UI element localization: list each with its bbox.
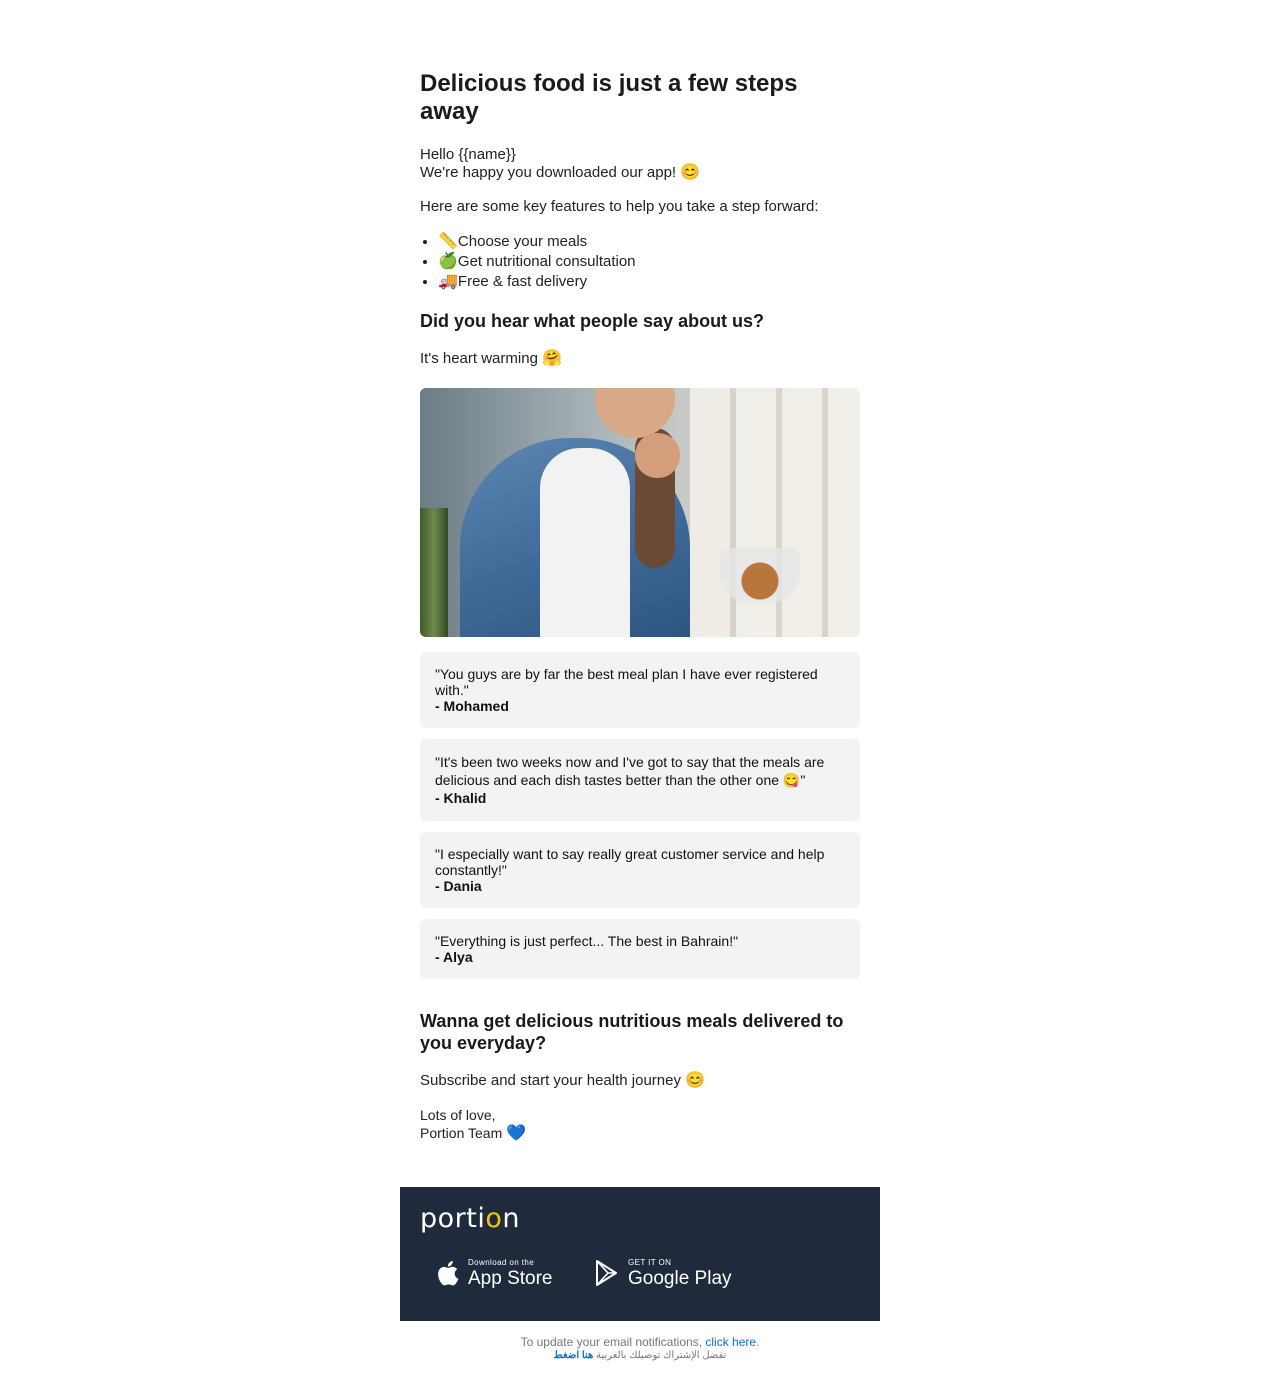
app-store-small: Download on the bbox=[468, 1257, 535, 1267]
legal-period: . bbox=[756, 1335, 760, 1349]
cta-sub: Subscribe and start your health journey … bbox=[420, 1072, 860, 1090]
intro-happy: We're happy you downloaded our app! 😊 bbox=[420, 164, 860, 182]
testimonial-card: "Everything is just perfect... The best … bbox=[420, 919, 860, 979]
testimonial-quote: "You guys are by far the best meal plan … bbox=[435, 666, 818, 698]
logo-text-post: n bbox=[502, 1203, 521, 1234]
greeting: Hello {{name}} bbox=[420, 146, 516, 163]
google-play-small: GET IT ON bbox=[628, 1257, 672, 1267]
smile-emoji: 😊 bbox=[685, 1072, 706, 1089]
apple-emoji: 🍏 bbox=[438, 253, 458, 270]
testimonial-author: - Alya bbox=[435, 949, 473, 965]
feature-label: Free & fast delivery bbox=[457, 273, 588, 290]
cta-heading: Wanna get delicious nutritious meals del… bbox=[420, 1011, 844, 1053]
cta-sub-text: Subscribe and start your health journey bbox=[420, 1072, 681, 1089]
testimonial-card: "You guys are by far the best meal plan … bbox=[420, 652, 860, 728]
feature-item: 🚚Free & fast delivery bbox=[438, 272, 860, 292]
arabic-link[interactable]: هنا اضغط bbox=[554, 1350, 594, 1361]
testimonial-quote: "Everything is just perfect... The best … bbox=[435, 933, 739, 949]
notifications-link[interactable]: click here bbox=[705, 1335, 756, 1349]
google-play-big: Google Play bbox=[628, 1267, 732, 1289]
testimonials-heading: Did you hear what people say about us? bbox=[420, 311, 765, 331]
arabic-legal-line: تفضل الإشتراك توصيلك بالعربية هنا اضغط bbox=[400, 1349, 880, 1363]
testimonial-author: - Dania bbox=[435, 878, 482, 894]
blue-heart-emoji: 💙 bbox=[506, 1125, 527, 1142]
testimonial-quote: "It's been two weeks now and I've got to… bbox=[435, 754, 825, 788]
features-intro: Here are some key features to help you t… bbox=[420, 198, 819, 215]
hug-emoji: 🤗 bbox=[542, 350, 562, 367]
truck-emoji: 🚚 bbox=[438, 273, 458, 290]
footer-banner: portion Download on the App Store GET IT… bbox=[400, 1187, 880, 1321]
testimonial-card: "It's been two weeks now and I've got to… bbox=[420, 739, 860, 821]
signoff-team: Portion Team bbox=[420, 1125, 503, 1141]
feature-item: 📏Choose your meals bbox=[438, 232, 860, 252]
apple-icon bbox=[432, 1258, 462, 1288]
signoff-line2: Portion Team 💙 bbox=[420, 1124, 860, 1143]
page-title: Delicious food is just a few steps away bbox=[420, 70, 798, 125]
feature-label: Choose your meals bbox=[457, 233, 588, 250]
testimonial-author: - Khalid bbox=[435, 790, 487, 806]
legal-text: To update your email notifications, bbox=[520, 1335, 703, 1349]
legal-line: To update your email notifications, clic… bbox=[400, 1335, 880, 1349]
testimonials-sub-text: It's heart warming bbox=[420, 350, 538, 367]
app-store-button[interactable]: Download on the App Store bbox=[432, 1253, 553, 1293]
ruler-emoji: 📏 bbox=[438, 233, 458, 250]
feature-label: Get nutritional consultation bbox=[457, 253, 636, 270]
app-store-big: App Store bbox=[468, 1267, 553, 1289]
testimonials-sub: It's heart warming 🤗 bbox=[420, 350, 860, 368]
arabic-legal-text: تفضل الإشتراك توصيلك بالعربية bbox=[596, 1350, 727, 1361]
testimonial-quote: "I especially want to say really great c… bbox=[435, 846, 825, 878]
testimonial-author: - Mohamed bbox=[435, 698, 509, 714]
portion-logo[interactable]: portion bbox=[420, 1203, 520, 1234]
features-list: 📏Choose your meals 🍏Get nutritional cons… bbox=[420, 232, 860, 292]
hero-tee bbox=[540, 448, 630, 637]
intro-happy-text: We're happy you downloaded our app! bbox=[420, 164, 677, 181]
email-container: Delicious food is just a few steps away … bbox=[400, 0, 880, 1363]
smile-emoji: 😊 bbox=[680, 164, 701, 181]
legal-footer: To update your email notifications, clic… bbox=[400, 1321, 880, 1363]
email-content: Delicious food is just a few steps away … bbox=[400, 0, 880, 1143]
logo-o: o bbox=[485, 1203, 503, 1234]
google-play-button[interactable]: GET IT ON Google Play bbox=[592, 1253, 732, 1293]
hero-bowl bbox=[720, 548, 800, 603]
testimonial-card: "I especially want to say really great c… bbox=[420, 832, 860, 908]
google-play-icon bbox=[592, 1258, 622, 1288]
hero-hand bbox=[635, 433, 680, 478]
feature-item: 🍏Get nutritional consultation bbox=[438, 252, 860, 272]
signoff-line1: Lots of love, bbox=[420, 1107, 496, 1123]
hero-image bbox=[420, 388, 860, 637]
logo-text-pre: porti bbox=[420, 1203, 486, 1234]
hero-plant bbox=[420, 508, 448, 637]
